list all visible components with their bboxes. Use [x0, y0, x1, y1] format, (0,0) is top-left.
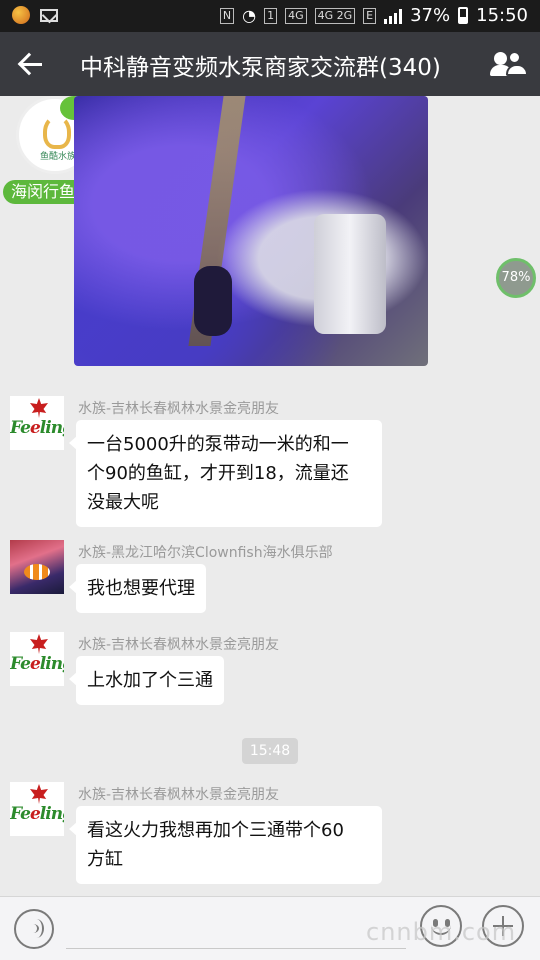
voice-icon[interactable] — [14, 909, 54, 949]
battery-icon — [458, 7, 469, 24]
plus-icon[interactable] — [482, 905, 524, 947]
message-bubble[interactable]: 我也想要代理 — [69, 564, 206, 613]
message-line: 我也想要代理 — [87, 578, 195, 599]
group-chat-title: 中科静音变频水泵商家交流群(340) — [80, 55, 441, 81]
emoji-icon[interactable] — [420, 905, 462, 947]
avatar-logo-text: Feeling — [10, 804, 64, 824]
sender-name: 水族-吉林长春枫林水景金亮朋友 — [78, 637, 280, 653]
avatar[interactable] — [10, 540, 64, 594]
back-arrow-icon[interactable] — [16, 50, 46, 78]
network-label-4g: 4G — [285, 7, 307, 24]
message-list[interactable]: 鱼酷水族 海闵行鱼酷 78% Feeling 水族-吉林长春枫林水景金亮朋友 一… — [0, 96, 540, 896]
chat-header: 中科静音变频水泵商家交流群(340) — [0, 32, 540, 96]
timestamp-chip: 15:48 — [242, 738, 298, 764]
avatar[interactable]: Feeling — [10, 782, 64, 836]
maple-leaf-icon — [30, 634, 48, 654]
avatar[interactable]: Feeling — [10, 632, 64, 686]
battery-percent: 37% — [410, 5, 451, 26]
avatar-logo-text: Feeling — [10, 418, 64, 438]
avatar[interactable]: Feeling — [10, 396, 64, 450]
network-label-4g-2g: 4G 2G — [314, 7, 356, 24]
message-line: 上水加了个三通 — [87, 670, 213, 691]
maple-leaf-icon — [30, 784, 48, 804]
nfc-icon: N — [219, 7, 235, 24]
image-message[interactable] — [74, 96, 428, 366]
sender-name: 水族-吉林长春枫林水景金亮朋友 — [78, 787, 280, 803]
app-notification-icon — [12, 6, 30, 24]
sender-name: 水族-黑龙江哈尔滨Clownfish海水俱乐部 — [78, 545, 333, 561]
mail-icon — [40, 8, 58, 22]
message-input[interactable] — [66, 913, 406, 949]
avatar-logo-text: Feeling — [10, 654, 64, 674]
message-line: 一台5000升的泵带动一米的和一 — [87, 434, 349, 455]
message-line: 没最大呢 — [87, 492, 159, 513]
message-input-bar — [0, 896, 540, 960]
message-bubble[interactable]: 上水加了个三通 — [69, 656, 224, 705]
message-bubble[interactable]: 一台5000升的泵带动一米的和一 个90的鱼缸，才开到18，流量还 没最大呢 — [69, 420, 382, 527]
network-label-e: E — [363, 7, 377, 24]
maple-leaf-icon — [30, 398, 48, 418]
sim-1-icon: 1 — [264, 7, 278, 24]
message-line: 个90的鱼缸，才开到18，流量还 — [87, 463, 349, 484]
clock: 15:50 — [476, 5, 528, 26]
message-bubble[interactable]: 看这火力我想再加个三通带个60 方缸 — [69, 806, 382, 884]
status-bar: N ◔ 1 4G 4G 2G E 37% 15:50 — [0, 0, 540, 32]
download-progress-badge: 78% — [496, 258, 536, 298]
message-line: 看这火力我想再加个三通带个60 — [87, 820, 344, 841]
message-line: 方缸 — [87, 849, 123, 870]
signal-icon — [384, 8, 403, 24]
wifi-icon: ◔ — [242, 6, 257, 25]
sender-name: 水族-吉林长春枫林水景金亮朋友 — [78, 401, 280, 417]
clownfish-icon — [24, 564, 50, 580]
group-members-icon[interactable] — [490, 50, 528, 78]
